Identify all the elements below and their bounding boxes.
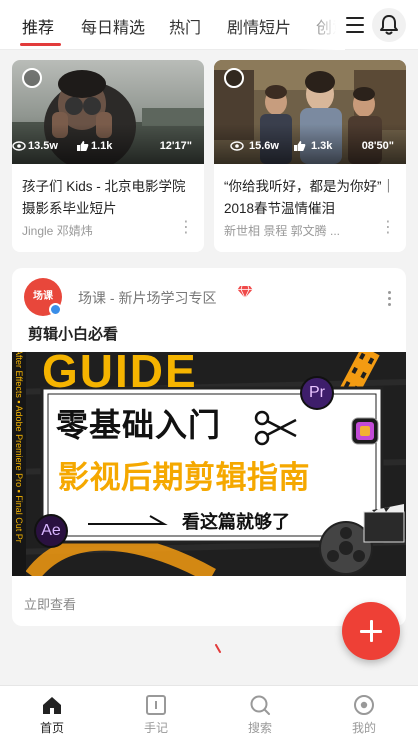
tab-recommended[interactable]: 推荐 xyxy=(22,14,54,38)
menu-icon[interactable] xyxy=(344,15,366,35)
course-banner[interactable]: GUIDE After Effects ▪ Adobe Premiere Pro… xyxy=(12,352,406,576)
search-icon xyxy=(250,695,270,715)
view-now-link[interactable]: 立即查看 xyxy=(24,594,76,613)
video-title[interactable]: 孩子们 Kids - 北京电影学院摄影系毕业短片 xyxy=(22,176,198,220)
active-tab-indicator xyxy=(20,43,61,46)
banner-subheadline: 影视后期剪辑指南 xyxy=(58,460,310,495)
bottom-navigation: 首页 手记 搜索 我的 xyxy=(0,685,418,741)
view-count: 13.5w xyxy=(28,140,58,152)
post-subtitle: 剪辑小白必看 xyxy=(28,326,119,343)
banner-side-text: After Effects ▪ Adobe Premiere Pro ▪ Fin… xyxy=(14,352,24,543)
banner-bg-word: GUIDE xyxy=(42,352,198,397)
more-options-icon[interactable] xyxy=(388,290,392,308)
nav-label: 首页 xyxy=(39,721,64,735)
category-tabs: 推荐 每日精选 热门 剧情短片 创意 xyxy=(0,0,340,50)
banner-headline: 零基础入门 xyxy=(56,407,222,443)
nav-label: 手记 xyxy=(143,721,168,735)
diamond-badge-icon xyxy=(237,285,253,299)
video-stats: 15.6w 1.3k 08'50" xyxy=(214,140,406,156)
tab-daily-picks[interactable]: 每日精选 xyxy=(81,14,145,38)
like-icon xyxy=(77,141,89,151)
loading-spinner-icon xyxy=(215,644,221,653)
tabs-fade xyxy=(300,0,345,50)
video-thumbnail[interactable]: 13.5w 1.1k 12'17" xyxy=(12,60,204,164)
video-author[interactable]: Jingle 邓婧炜 xyxy=(22,222,93,239)
banner-tagline: 看这篇就够了 xyxy=(182,512,290,532)
more-options-icon[interactable]: ⋮ xyxy=(178,220,194,236)
home-icon xyxy=(43,697,61,714)
nav-notebook[interactable]: 手记 xyxy=(104,686,208,741)
tab-popular[interactable]: 热门 xyxy=(169,14,201,38)
video-card[interactable]: 15.6w 1.3k 08'50" “你给我听好，都是为你好”｜2018春节温情… xyxy=(214,60,406,252)
tab-drama-shorts[interactable]: 剧情短片 xyxy=(227,14,291,38)
more-options-icon[interactable]: ⋮ xyxy=(380,220,396,236)
nav-label: 搜索 xyxy=(247,721,272,735)
premiere-badge-icon: Pr xyxy=(300,376,334,410)
like-count: 1.3k xyxy=(311,140,333,152)
profile-icon xyxy=(354,695,374,715)
video-author[interactable]: 新世相 景程 郭文腾 ... xyxy=(224,222,340,239)
video-duration: 08'50" xyxy=(361,140,394,152)
channel-name[interactable]: 场课 - 新片场学习专区 xyxy=(78,288,216,308)
notification-bell-icon[interactable] xyxy=(372,8,406,42)
like-icon xyxy=(294,141,306,151)
views-icon xyxy=(12,141,26,151)
video-card[interactable]: 13.5w 1.1k 12'17" 孩子们 Kids - 北京电影学院摄影系毕业… xyxy=(12,60,204,252)
channel-logo-icon xyxy=(224,68,244,88)
create-post-button[interactable] xyxy=(342,602,400,660)
like-count: 1.1k xyxy=(91,140,113,152)
view-count: 15.6w xyxy=(249,140,279,152)
nav-label: 我的 xyxy=(351,721,376,735)
after-effects-badge-icon: Ae xyxy=(34,514,68,548)
channel-logo-icon xyxy=(22,68,42,88)
video-stats: 13.5w 1.1k 12'17" xyxy=(12,140,204,156)
nav-profile[interactable]: 我的 xyxy=(312,686,416,741)
video-thumbnail[interactable]: 15.6w 1.3k 08'50" xyxy=(214,60,406,164)
video-title[interactable]: “你给我听好，都是为你好”｜2018春节温情催泪 xyxy=(224,176,400,220)
verified-badge-icon xyxy=(49,303,62,316)
course-card[interactable]: 场课 场课 - 新片场学习专区 剪辑小白必看 GUIDE After Effec… xyxy=(12,268,406,626)
nav-home[interactable]: 首页 xyxy=(0,686,104,741)
views-icon xyxy=(230,141,244,151)
notebook-icon xyxy=(146,695,166,715)
video-duration: 12'17" xyxy=(159,140,192,152)
nav-search[interactable]: 搜索 xyxy=(208,686,312,741)
top-tab-bar: 推荐 每日精选 热门 剧情短片 创意 xyxy=(0,0,418,50)
